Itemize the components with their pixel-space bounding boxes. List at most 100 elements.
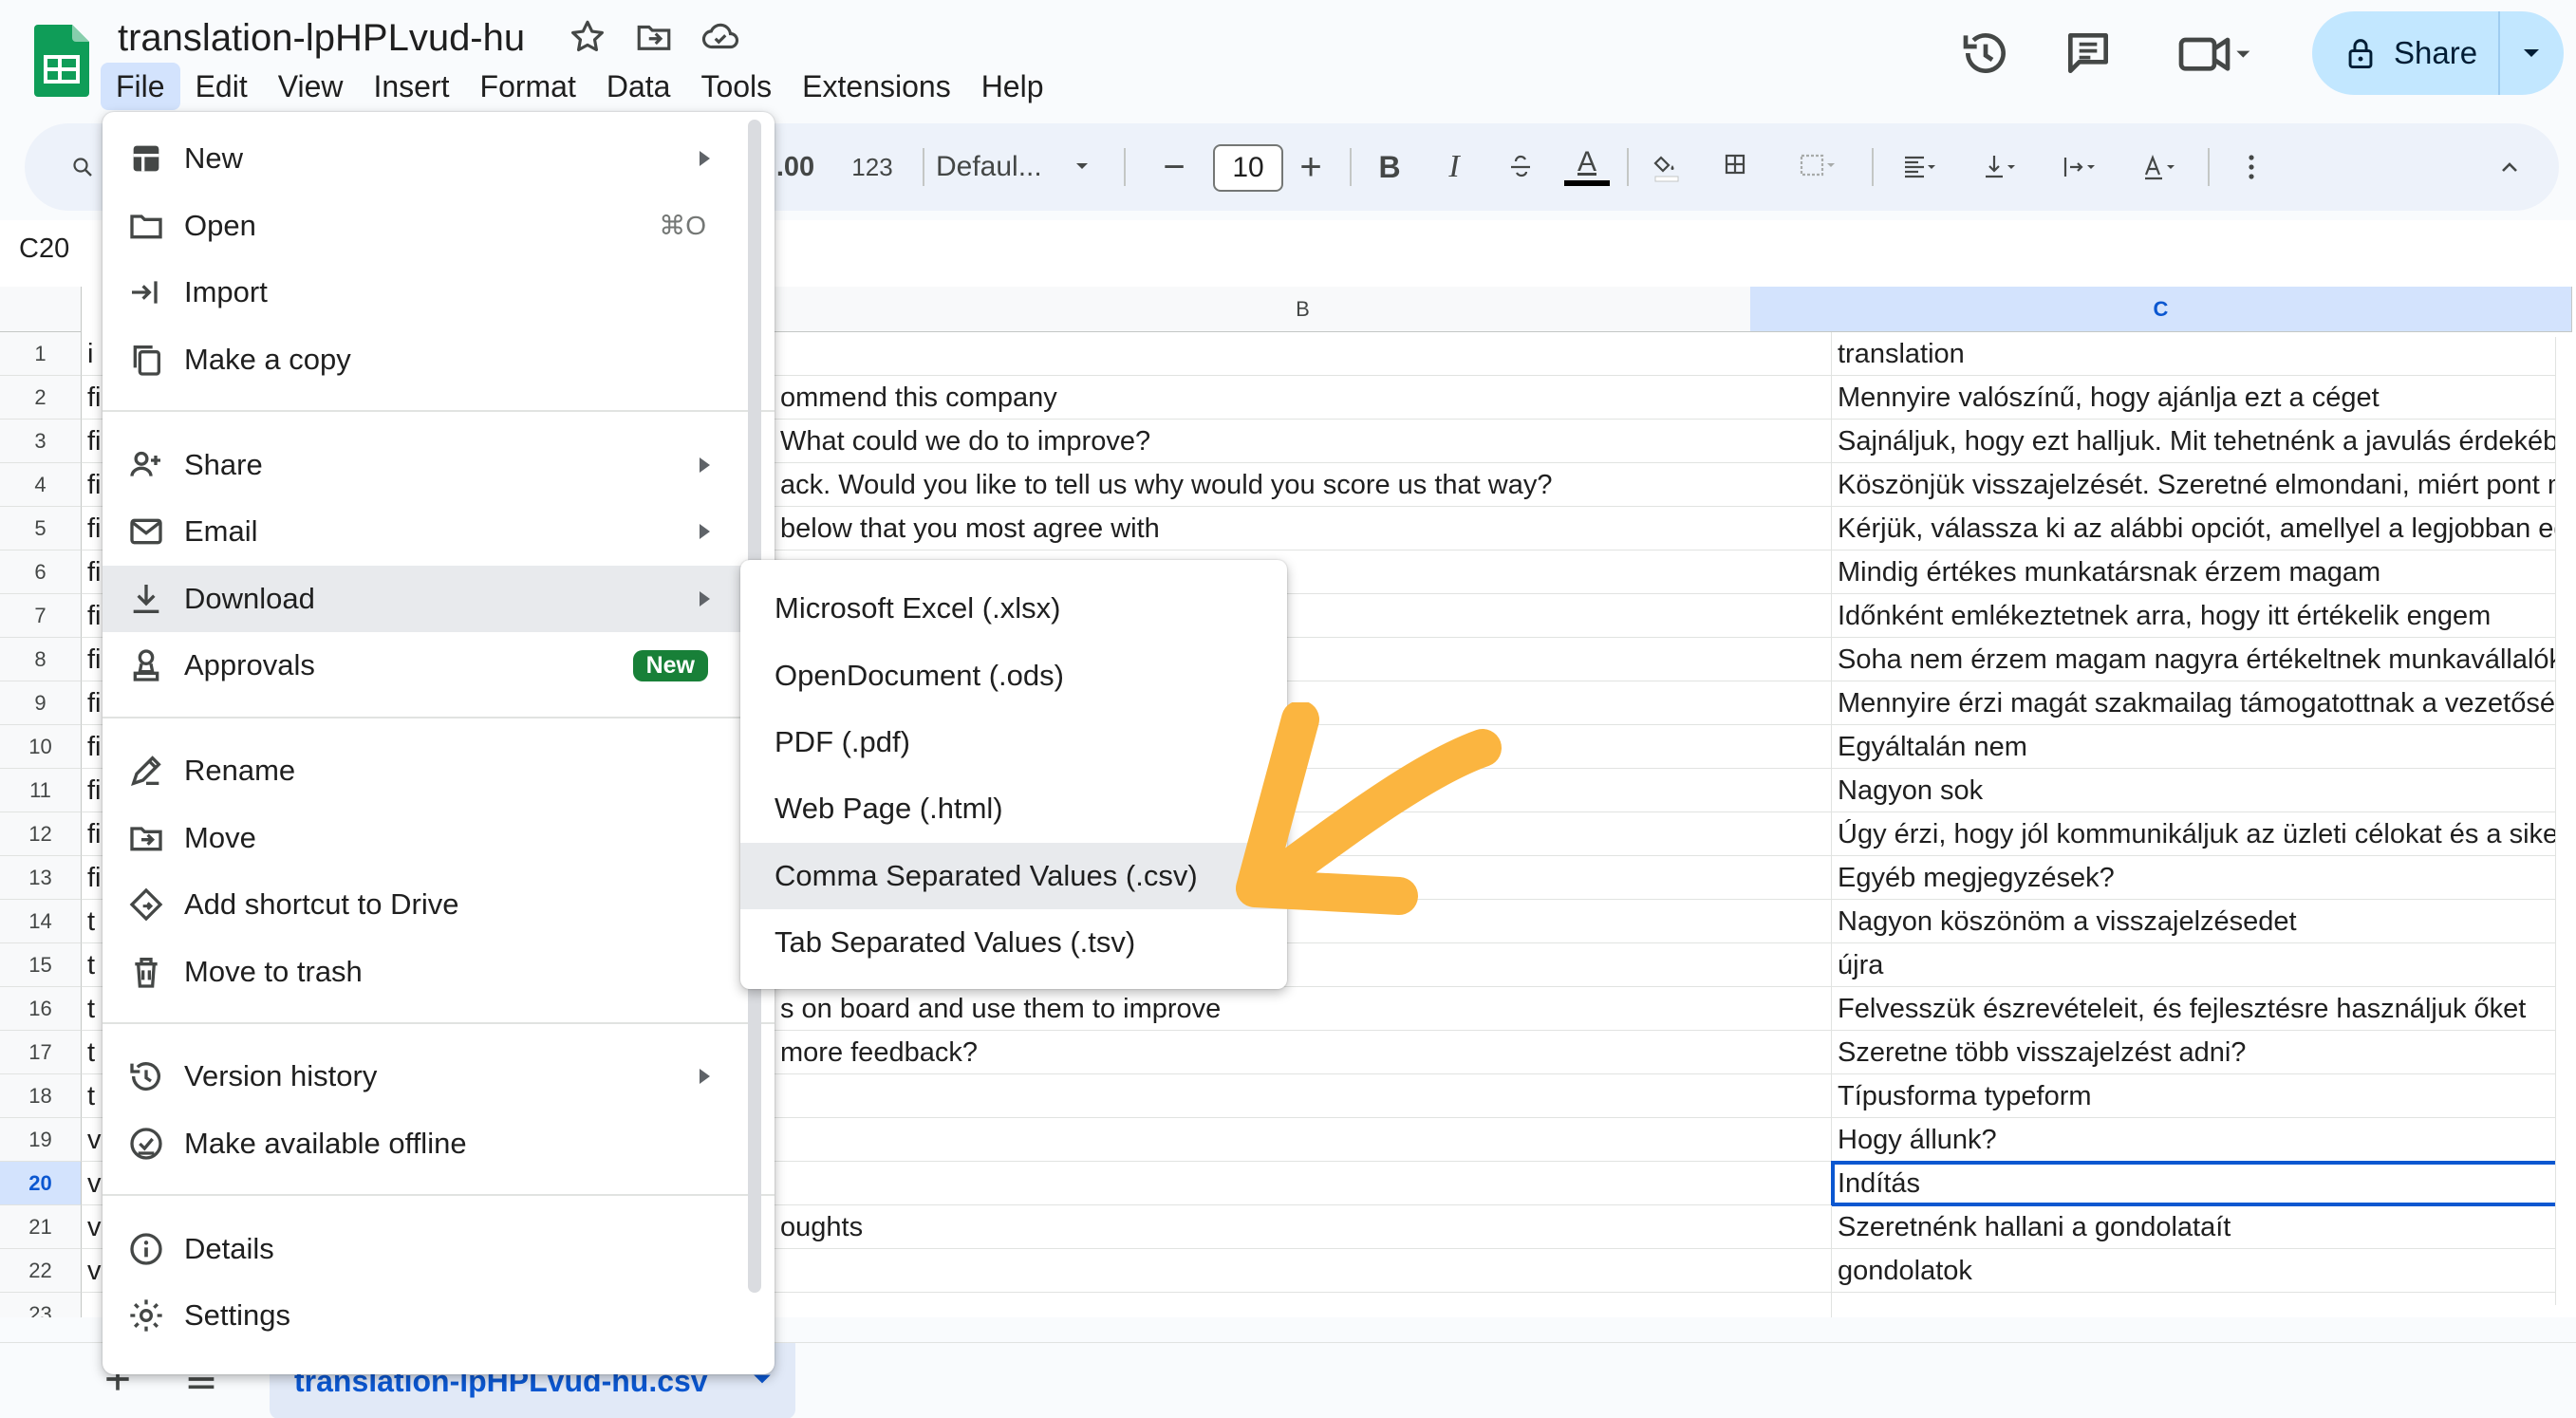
share-dropdown-button[interactable] (2500, 47, 2563, 59)
row-header[interactable]: 4 (0, 463, 82, 507)
cell-c[interactable]: újra (1832, 943, 2576, 987)
file-menu-settings[interactable]: Settings (103, 1282, 775, 1350)
menu-format[interactable]: Format (465, 63, 591, 110)
file-menu-move[interactable]: Move (103, 804, 775, 871)
cell-c[interactable]: Kérjük, válassza ki az alábbi opciót, am… (1832, 507, 2576, 550)
menu-help[interactable]: Help (966, 63, 1059, 110)
chevron-down-icon[interactable] (1063, 123, 1101, 211)
cell-c[interactable]: Egyéb megjegyzések? (1832, 856, 2576, 900)
font-size-input[interactable]: 10 (1213, 144, 1283, 192)
row-header[interactable]: 5 (0, 507, 82, 550)
share-button[interactable]: Share (2312, 11, 2564, 95)
file-menu-version-history[interactable]: Version history (103, 1043, 775, 1110)
cell-b[interactable]: What could we do to improve? (775, 420, 1832, 463)
row-header[interactable]: 8 (0, 638, 82, 681)
column-header-b[interactable]: B (775, 287, 1832, 332)
row-header[interactable]: 20 (0, 1162, 82, 1205)
file-menu-rename[interactable]: Rename (103, 737, 775, 805)
download-option-tab-separated-values-tsv[interactable]: Tab Separated Values (.tsv) (740, 909, 1287, 976)
cell-b[interactable] (775, 1118, 1832, 1162)
row-header[interactable]: 11 (0, 769, 82, 812)
cell-c[interactable]: Szeretnénk hallani a gondolataít (1832, 1205, 2576, 1249)
menu-tools[interactable]: Tools (685, 63, 787, 110)
row-header[interactable]: 7 (0, 594, 82, 638)
menu-view[interactable]: View (263, 63, 359, 110)
name-box[interactable]: C20 (19, 233, 69, 265)
comments-icon[interactable] (2062, 27, 2115, 80)
row-header[interactable]: 16 (0, 987, 82, 1031)
download-option-comma-separated-values-csv[interactable]: Comma Separated Values (.csv) (740, 842, 1287, 909)
cell-c[interactable]: Felvesszük észrevételeit, és fejlesztésr… (1832, 987, 2576, 1031)
file-menu-details[interactable]: Details (103, 1215, 775, 1282)
row-header[interactable]: 1 (0, 332, 82, 376)
cell-b[interactable]: oughts (775, 1205, 1832, 1249)
cell-c[interactable]: gondolatok (1832, 1249, 2576, 1293)
file-menu-open[interactable]: Open ⌘O (103, 193, 775, 260)
cell-b[interactable]: s on board and use them to improve (775, 987, 1832, 1031)
cell-c[interactable]: Időnként emlékeztetnek arra, hogy itt ér… (1832, 594, 2576, 638)
select-all-corner[interactable] (0, 287, 82, 332)
download-option-opendocument-ods[interactable]: OpenDocument (.ods) (740, 642, 1287, 708)
cell-b[interactable] (775, 1074, 1832, 1118)
strikethrough-icon[interactable] (1494, 123, 1547, 211)
chevron-up-icon[interactable] (2483, 123, 2536, 211)
cell-c[interactable]: Mindig értékes munkatársnak érzem magam (1832, 550, 2576, 594)
cell-b[interactable]: ommend this company (775, 376, 1832, 420)
cell-b[interactable] (775, 332, 1832, 376)
row-header[interactable]: 23 (0, 1293, 82, 1317)
increase-font-size-button[interactable]: + (1287, 123, 1335, 211)
cell-c[interactable]: Köszönjük visszajelzését. Szeretné elmon… (1832, 463, 2576, 507)
row-header[interactable]: 18 (0, 1074, 82, 1118)
row-header[interactable]: 13 (0, 856, 82, 900)
decrease-decimal-button[interactable]: .00 (767, 123, 824, 211)
cell-c[interactable]: Mennyire valószínű, hogy ajánlja ezt a c… (1832, 376, 2576, 420)
cell-b[interactable] (775, 1249, 1832, 1293)
file-menu-share[interactable]: Share (103, 431, 775, 498)
row-header[interactable]: 14 (0, 900, 82, 943)
fill-color-icon[interactable] (1640, 123, 1693, 211)
cell-b[interactable]: below that you most agree with (775, 507, 1832, 550)
file-menu-add-shortcut-to-drive[interactable]: Add shortcut to Drive (103, 871, 775, 939)
cell-b[interactable] (775, 1162, 1832, 1205)
row-header[interactable]: 22 (0, 1249, 82, 1293)
row-header[interactable]: 2 (0, 376, 82, 420)
column-header-c[interactable]: C (1750, 287, 2572, 332)
number-format-button[interactable]: 123 (837, 123, 907, 211)
cell-c[interactable]: Nagyon köszönöm a visszajelzésedet (1832, 900, 2576, 943)
cell-c[interactable]: Egyáltalán nem (1832, 725, 2576, 769)
row-header[interactable]: 12 (0, 812, 82, 856)
bold-button[interactable]: B (1363, 123, 1416, 211)
cell-c[interactable] (1832, 1293, 2576, 1317)
horizontal-align-icon[interactable] (1885, 123, 1953, 211)
download-option-pdf-pdf[interactable]: PDF (.pdf) (740, 709, 1287, 775)
menu-edit[interactable]: Edit (180, 63, 263, 110)
file-menu-approvals[interactable]: Approvals New (103, 632, 775, 700)
cell-c[interactable]: Úgy érzi, hogy jól kommunikáljuk az üzle… (1832, 812, 2576, 856)
row-header[interactable]: 6 (0, 550, 82, 594)
cell-c[interactable]: Mennyire érzi magát szakmailag támogatot… (1832, 681, 2576, 725)
text-rotation-icon[interactable] (2124, 123, 2193, 211)
cell-b[interactable]: ack. Would you like to tell us why would… (775, 463, 1832, 507)
text-wrapping-icon[interactable] (2044, 123, 2113, 211)
download-option-microsoft-excel-xlsx[interactable]: Microsoft Excel (.xlsx) (740, 575, 1287, 642)
file-menu-download[interactable]: Download (103, 565, 775, 633)
cell-c[interactable]: Típusforma typeform (1832, 1074, 2576, 1118)
download-option-web-page-html[interactable]: Web Page (.html) (740, 775, 1287, 842)
italic-button[interactable]: I (1428, 123, 1481, 211)
sheets-logo-icon[interactable] (34, 25, 89, 97)
file-menu-new[interactable]: New (103, 125, 775, 193)
font-family-select[interactable]: Defaul... (936, 123, 1059, 211)
cell-c[interactable]: Indítás (1831, 1161, 2576, 1206)
cell-c[interactable]: Hogy állunk? (1832, 1118, 2576, 1162)
more-options-icon[interactable] (2225, 123, 2278, 211)
menu-insert[interactable]: Insert (358, 63, 464, 110)
decrease-font-size-button[interactable]: − (1150, 123, 1198, 211)
version-history-icon[interactable] (1959, 27, 2012, 80)
row-header[interactable]: 3 (0, 420, 82, 463)
file-menu-make-available-offline[interactable]: Make available offline (103, 1110, 775, 1178)
cell-c[interactable]: Sajnáljuk, hogy ezt halljuk. Mit tehetné… (1832, 420, 2576, 463)
menu-data[interactable]: Data (591, 63, 686, 110)
file-menu-email[interactable]: Email (103, 498, 775, 566)
menu-file[interactable]: File (101, 63, 180, 110)
file-menu-import[interactable]: Import (103, 259, 775, 327)
